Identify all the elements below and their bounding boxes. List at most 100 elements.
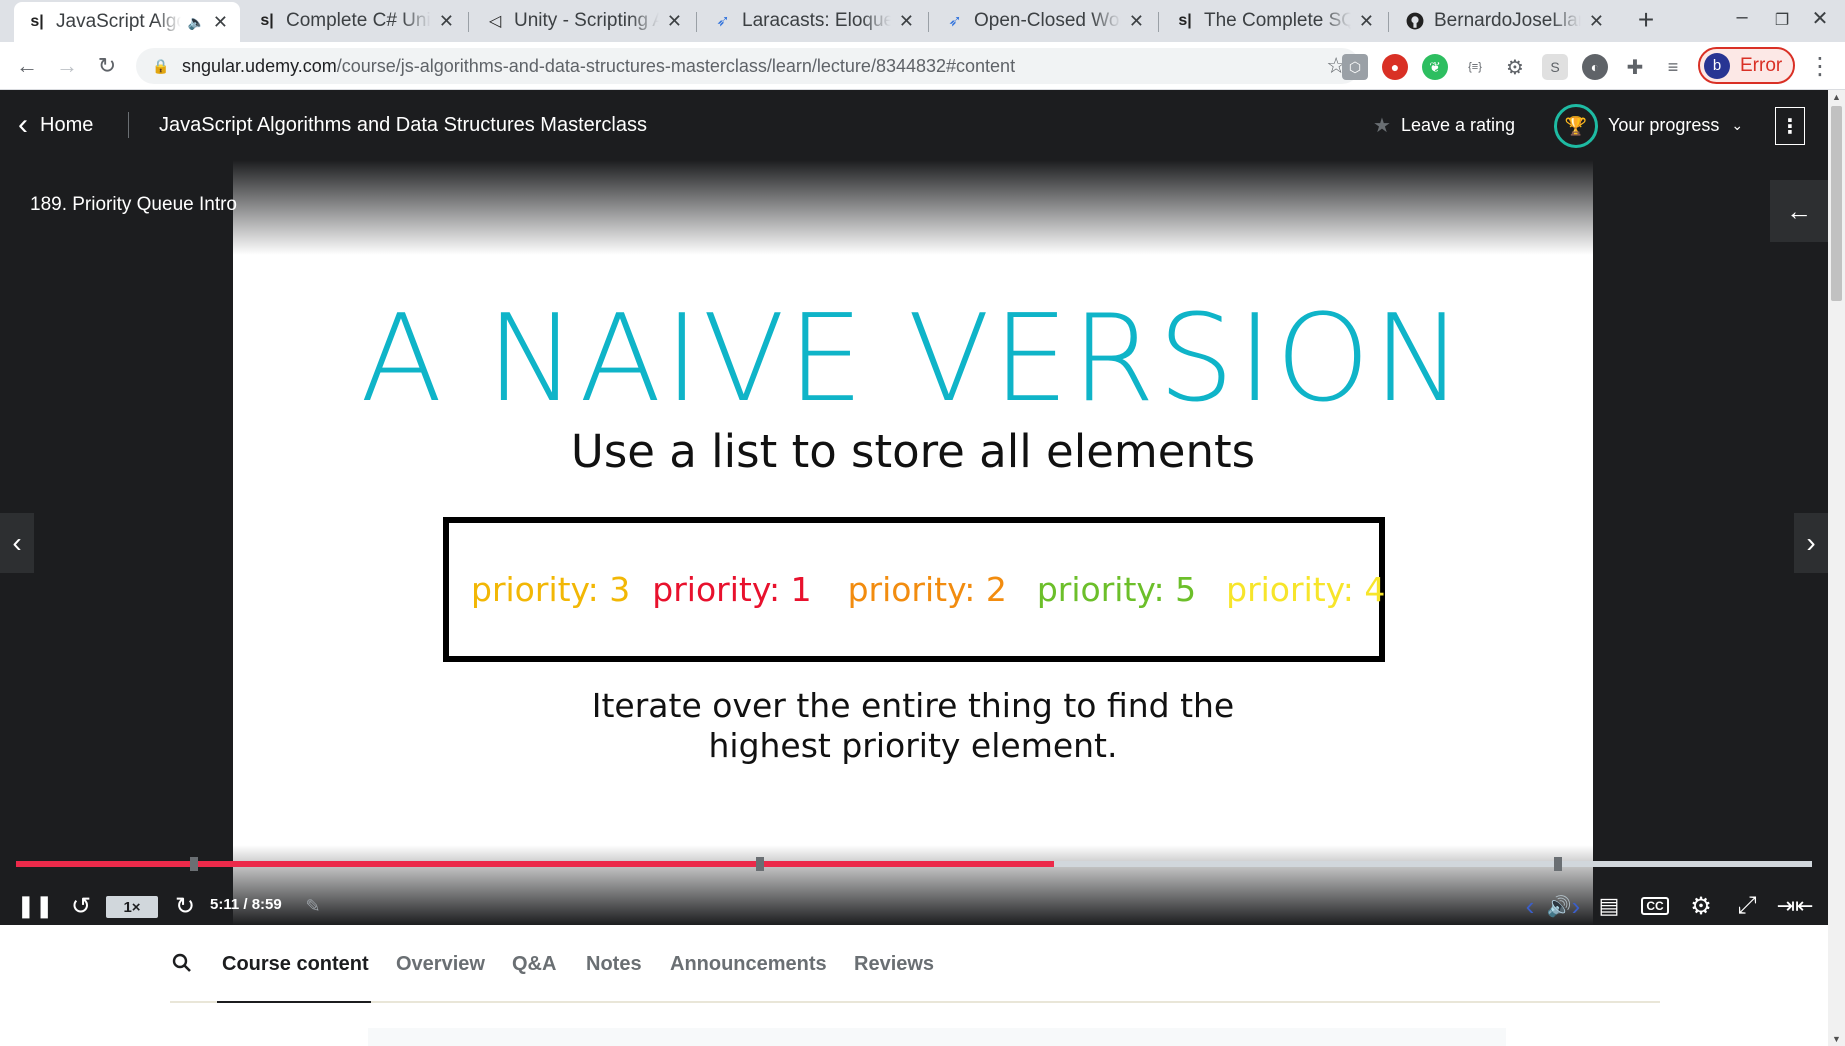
pause-icon[interactable]: ❚❚	[17, 886, 54, 926]
captions-icon[interactable]: CC	[1640, 886, 1670, 926]
slide-heading: A NAIVE VERSION	[360, 290, 1466, 429]
avatar: b	[1704, 52, 1730, 79]
scroll-down-icon[interactable]: ▼	[1831, 1034, 1842, 1044]
course-title[interactable]: JavaScript Algorithms and Data Structure…	[159, 90, 647, 160]
back-arrow-icon[interactable]: ←	[10, 50, 44, 82]
profile-status: Error	[1740, 54, 1783, 76]
close-tab-icon[interactable]: ✕	[213, 12, 228, 33]
restore-window-button[interactable]: ❐	[1762, 10, 1802, 30]
transcript-icon[interactable]: ▤	[1594, 886, 1624, 926]
browser-tab-open-closed[interactable]: ➶ Open-Closed World ✕	[932, 0, 1156, 42]
search-icon[interactable]	[172, 953, 192, 979]
tab-announcements[interactable]: Announcements	[670, 953, 827, 976]
scroll-up-icon[interactable]: ▲	[1831, 92, 1842, 102]
tab-qa[interactable]: Q&A	[512, 953, 556, 976]
home-label: Home	[40, 113, 94, 136]
extensions-puzzle-icon[interactable]: ✚	[1622, 54, 1648, 80]
laracasts-icon: ➶	[716, 13, 730, 30]
tab-course-content[interactable]: Course content	[222, 953, 369, 976]
tab-notes[interactable]: Notes	[586, 953, 642, 976]
close-tab-icon[interactable]: ✕	[1359, 11, 1374, 32]
chevron-left-icon[interactable]: ‹	[1518, 886, 1542, 926]
extension-adblock-icon[interactable]: ●	[1382, 54, 1408, 80]
more-options-icon[interactable]: ⋮	[1775, 107, 1805, 145]
slide-description-line: Iterate over the entire thing to find th…	[591, 686, 1235, 725]
browser-tab-complete-sql[interactable]: s| The Complete SQL ✕	[1162, 0, 1386, 42]
forward-icon[interactable]: ↻	[170, 886, 200, 926]
seek-bar[interactable]	[16, 857, 1812, 871]
minimize-window-button[interactable]: –	[1722, 6, 1762, 29]
close-tab-icon[interactable]: ✕	[1589, 11, 1604, 32]
tab-title: Laracasts: Eloquent	[742, 10, 891, 31]
new-tab-button[interactable]: +	[1628, 4, 1664, 36]
slide-description: Iterate over the entire thing to find th…	[233, 686, 1593, 766]
audio-playing-icon[interactable]: 🔈	[187, 14, 204, 31]
bookmark-marker[interactable]	[190, 857, 198, 871]
settings-gear-icon[interactable]: ⚙	[1686, 886, 1716, 926]
udemy-favicon-icon: s|	[1178, 12, 1192, 29]
star-icon: ★	[1373, 114, 1391, 137]
media-queue-icon[interactable]: ≡	[1660, 54, 1686, 80]
close-tab-icon[interactable]: ✕	[1129, 11, 1144, 32]
scrollbar-thumb[interactable]	[1831, 106, 1842, 301]
tab-separator	[468, 12, 469, 32]
profile-button[interactable]: b Error	[1698, 47, 1795, 84]
tab-title: BernardoJoseLlamas	[1434, 10, 1581, 31]
video-frame: A NAIVE VERSION Use a list to store all …	[233, 160, 1593, 925]
rewind-icon[interactable]: ↺	[66, 886, 96, 926]
course-header: ‹ Home JavaScript Algorithms and Data St…	[0, 90, 1828, 160]
extension-cube-icon[interactable]: ⬡	[1342, 54, 1368, 80]
extension-darkmode-icon[interactable]: ◐	[1582, 54, 1608, 80]
collapse-sidebar-arrow-icon[interactable]: ←	[1770, 180, 1828, 242]
tab-separator	[1158, 12, 1159, 32]
home-link[interactable]: ‹ Home	[18, 90, 93, 160]
next-lecture-arrow-icon[interactable]: ›	[1794, 513, 1828, 573]
active-tab-indicator	[217, 1001, 371, 1003]
close-window-button[interactable]: ✕	[1800, 6, 1840, 31]
tab-title: The Complete SQL	[1204, 10, 1351, 31]
browser-tab-github[interactable]: BernardoJoseLlamas ✕	[1392, 0, 1616, 42]
extension-json-icon[interactable]: {≡}	[1462, 54, 1488, 80]
bookmark-marker[interactable]	[756, 857, 764, 871]
tab-reviews[interactable]: Reviews	[854, 953, 934, 976]
expand-theatre-icon[interactable]: ⇥⇤	[1776, 886, 1814, 926]
browser-tab-laracasts-eloquent[interactable]: ➶ Laracasts: Eloquent ✕	[700, 0, 926, 42]
leave-rating-button[interactable]: ★ Leave a rating	[1373, 90, 1515, 160]
your-progress-dropdown[interactable]: Your progress ⌄	[1608, 90, 1743, 160]
reload-icon[interactable]: ↻	[90, 50, 124, 82]
address-bar[interactable]: 🔒 sngular.udemy.com/course/js-algorithms…	[136, 48, 1360, 84]
forward-arrow-icon[interactable]: →	[50, 50, 84, 82]
list-item: priority: 2	[847, 570, 1007, 609]
trophy-icon[interactable]: 🏆	[1554, 104, 1598, 148]
chevron-right-icon[interactable]: ›	[1564, 886, 1588, 926]
browser-tab-unity-scripting[interactable]: ◁ Unity - Scripting API ✕	[472, 0, 694, 42]
extension-evernote-icon[interactable]: ❦	[1422, 54, 1448, 80]
tab-overview[interactable]: Overview	[396, 953, 485, 976]
extension-s-icon[interactable]: S	[1542, 54, 1568, 80]
browser-menu-icon[interactable]: ⋮	[1808, 52, 1832, 81]
playback-rate-button[interactable]: 1×	[106, 896, 158, 918]
chevron-left-icon: ‹	[18, 108, 28, 141]
content-panel	[368, 1028, 1506, 1046]
bookmark-marker[interactable]	[1554, 857, 1562, 871]
seek-progress	[16, 861, 1055, 867]
laracasts-icon: ➶	[948, 13, 962, 30]
video-time: 5:11 / 8:59	[210, 896, 282, 913]
url-host: sngular.udemy.com	[182, 55, 337, 76]
browser-tab-javascript-algorithms[interactable]: s| JavaScript Algorithms 🔈 ✕	[14, 2, 240, 42]
extension-gear-icon[interactable]: ⚙	[1502, 54, 1528, 80]
bottom-gradient	[233, 845, 1593, 925]
unity-icon: ◁	[488, 13, 502, 30]
previous-lecture-arrow-icon[interactable]: ‹	[0, 513, 34, 573]
slide-description-line: highest priority element.	[708, 726, 1118, 765]
add-note-icon[interactable]: ✎	[300, 886, 326, 926]
browser-tab-complete-csharp-unity[interactable]: s| Complete C# Unity ✕	[244, 0, 466, 42]
rating-label: Leave a rating	[1400, 114, 1516, 135]
close-tab-icon[interactable]: ✕	[667, 11, 682, 32]
video-player[interactable]: A NAIVE VERSION Use a list to store all …	[0, 160, 1828, 925]
close-tab-icon[interactable]: ✕	[899, 11, 914, 32]
slide-subheading: Use a list to store all elements	[570, 425, 1256, 478]
fullscreen-icon[interactable]: ⤢	[1732, 886, 1762, 926]
close-tab-icon[interactable]: ✕	[439, 11, 454, 32]
page-scrollbar[interactable]: ▲ ▼	[1828, 90, 1845, 1046]
